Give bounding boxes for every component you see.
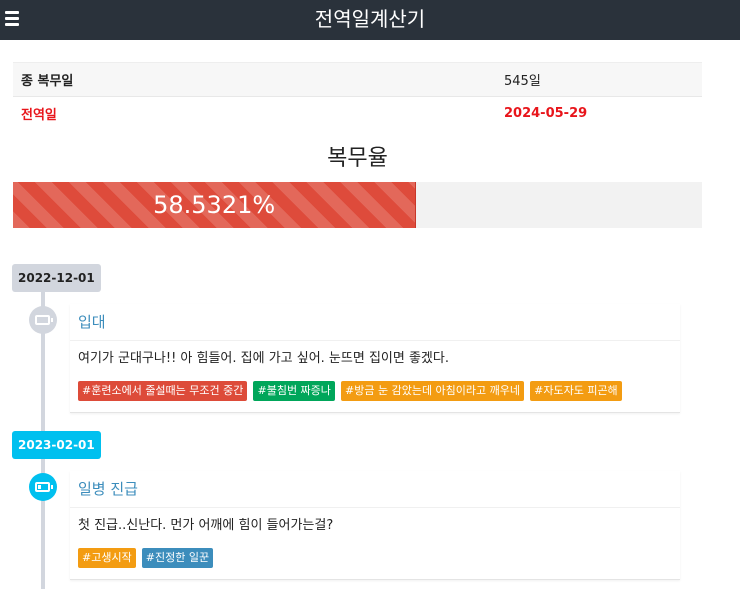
timeline-item-tags: #훈련소에서 줄설때는 무조건 중간 #불침번 짜증나 #방금 눈 감았는데 아… — [70, 379, 680, 412]
timeline-icon — [29, 306, 57, 334]
total-service-days-value: 545일 — [504, 74, 541, 89]
total-service-days-label: 종 복무일 — [21, 74, 74, 89]
tag-chip[interactable]: #방금 눈 감았는데 아침이라고 깨우네 — [341, 381, 525, 401]
battery-empty-icon — [35, 315, 53, 325]
tag-chip[interactable]: #진정한 일꾼 — [141, 548, 214, 568]
summary-table: 종 복무일 545일 전역일 2024-05-29 — [13, 62, 702, 131]
timeline-item-title: 입대 — [70, 304, 680, 341]
timeline-date-label: 2023-02-01 — [12, 431, 101, 459]
battery-quarter-icon — [35, 482, 53, 492]
tag-chip[interactable]: #불침번 짜증나 — [253, 381, 335, 401]
navbar: 전역일계산기 — [0, 0, 740, 40]
timeline-item-body: 첫 진급..신난다. 먼가 어깨에 힘이 들어가는걸? — [78, 518, 334, 533]
discharge-date-row: 전역일 2024-05-29 — [13, 96, 702, 131]
tag-chip[interactable]: #고생시작 — [78, 548, 136, 568]
total-service-days-row: 종 복무일 545일 — [13, 62, 702, 97]
timeline-item-tags: #고생시작 #진정한 일꾼 — [70, 546, 680, 579]
tag-chip[interactable]: #자도자도 피곤해 — [530, 381, 622, 401]
timeline-item-title: 일병 진급 — [70, 471, 680, 508]
timeline-icon — [29, 473, 57, 501]
timeline-item: 일병 진급 첫 진급..신난다. 먼가 어깨에 힘이 들어가는걸? #고생시작 … — [70, 471, 680, 580]
service-rate-progress: 58.5321% — [13, 182, 702, 228]
timeline-item: 입대 여기가 군대구나!! 아 힘들어. 집에 가고 싶어. 눈뜨면 집이면 좋… — [70, 304, 680, 413]
page-title: 전역일계산기 — [314, 7, 426, 31]
timeline-item-body: 여기가 군대구나!! 아 힘들어. 집에 가고 싶어. 눈뜨면 집이면 좋겠다. — [78, 351, 449, 366]
discharge-date-value: 2024-05-29 — [504, 106, 588, 122]
discharge-date-label: 전역일 — [21, 108, 57, 124]
tag-chip[interactable]: #훈련소에서 줄설때는 무조건 중간 — [78, 381, 248, 401]
service-rate-progress-bar: 58.5321% — [13, 182, 417, 228]
timeline-date-label: 2022-12-01 — [12, 264, 101, 292]
service-rate-title: 복무율 — [327, 146, 388, 171]
